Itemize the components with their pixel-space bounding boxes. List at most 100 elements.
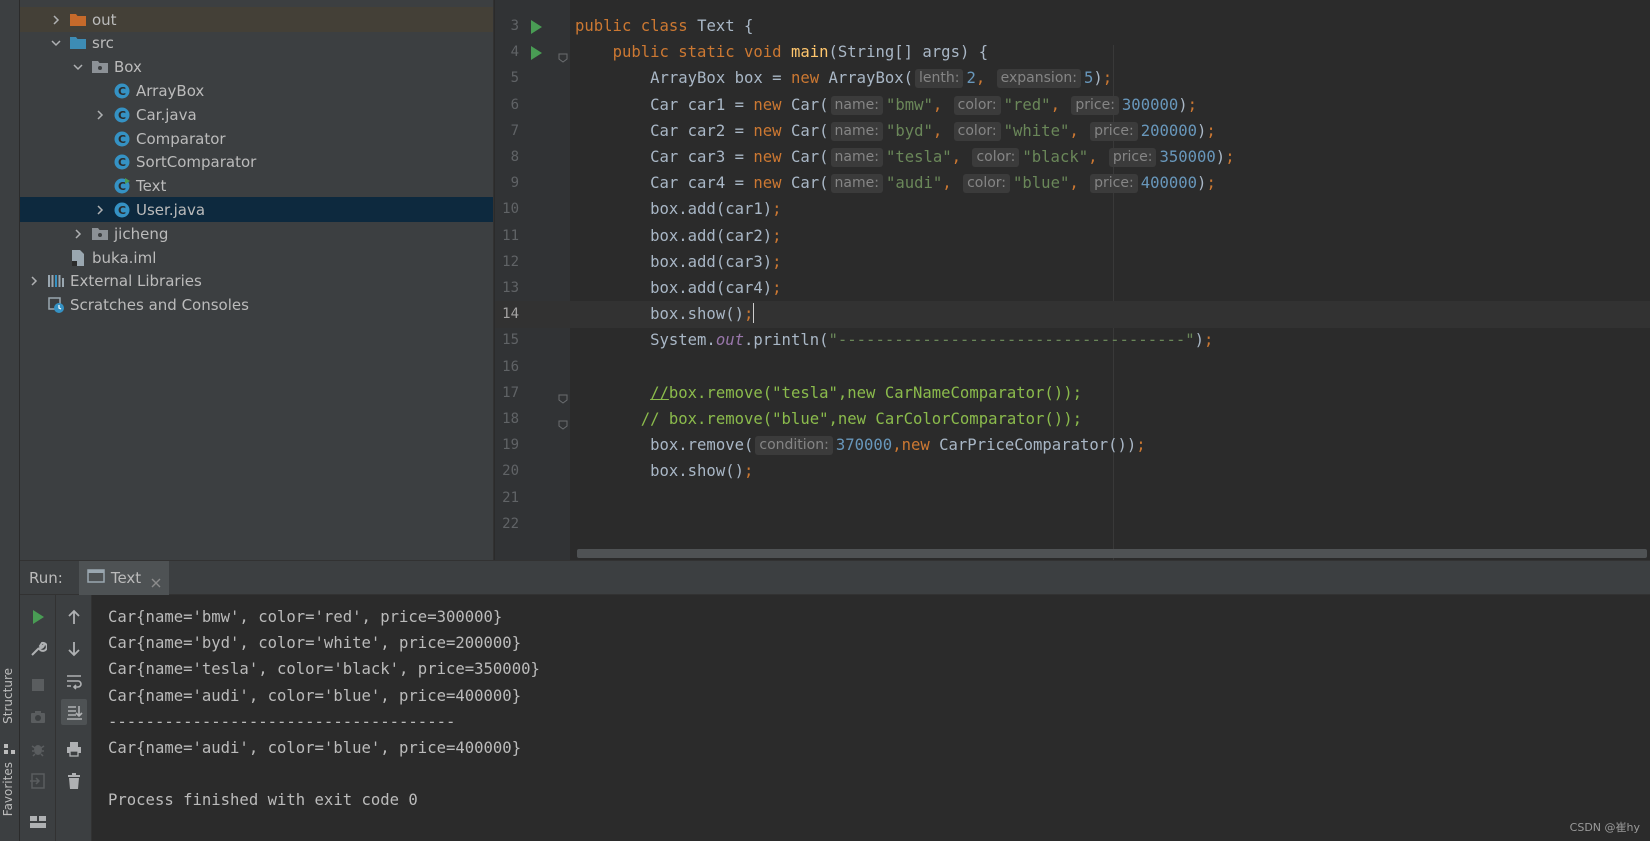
arrow-down-icon[interactable] bbox=[64, 639, 84, 659]
code-token: ; bbox=[772, 200, 782, 219]
camera-icon[interactable] bbox=[28, 707, 48, 727]
tree-item[interactable]: src bbox=[20, 31, 493, 56]
bug-icon[interactable] bbox=[28, 739, 48, 759]
line-number: 10 bbox=[502, 201, 519, 218]
code-token: new bbox=[753, 121, 791, 140]
run-toolbar-primary bbox=[20, 595, 56, 841]
line-number: 13 bbox=[502, 280, 519, 296]
code-token: public class bbox=[575, 17, 698, 35]
line-number: 11 bbox=[502, 227, 519, 244]
code-line[interactable]: 13 box.add(car4); bbox=[495, 275, 1650, 302]
code-line[interactable]: 4 public static void main(String[] args)… bbox=[495, 39, 1650, 66]
code-line[interactable]: 5 ArrayBox box = new ArrayBox(lenth: 2, e… bbox=[495, 65, 1650, 92]
tree-item[interactable]: out bbox=[20, 7, 493, 32]
run-gutter-icon[interactable] bbox=[531, 20, 542, 34]
svg-text:C: C bbox=[118, 109, 126, 122]
code-line[interactable]: 20 box.show(); bbox=[495, 458, 1650, 485]
tree-item[interactable]: jicheng bbox=[20, 221, 493, 246]
console-output[interactable]: Car{name='bmw', color='red', price=30000… bbox=[92, 595, 1650, 841]
line-number: 7 bbox=[510, 122, 519, 139]
code-line[interactable]: 16 bbox=[495, 354, 1650, 381]
console-line: Car{name='byd', color='white', price=200… bbox=[108, 634, 522, 653]
code-line[interactable]: 6 Car car1 = new Car(name: "bmw", color: "… bbox=[495, 92, 1650, 119]
parameter-hint: name: bbox=[830, 148, 883, 167]
code-token: "audi" bbox=[885, 174, 943, 193]
arrow-up-icon[interactable] bbox=[64, 607, 84, 627]
code-token: Car car1 = bbox=[575, 95, 754, 114]
tree-item[interactable]: C ArrayBox bbox=[20, 78, 493, 103]
parameter-hint: name: bbox=[830, 121, 883, 141]
soft-wrap-icon[interactable] bbox=[64, 671, 84, 691]
horizontal-scrollbar[interactable] bbox=[577, 549, 1647, 558]
tree-item[interactable]: C Text bbox=[20, 174, 493, 199]
code-line[interactable]: 19 box.remove(condition: 370000,new CarPr… bbox=[495, 432, 1650, 459]
tree-item-label: jicheng bbox=[114, 224, 169, 243]
tree-item[interactable]: C User.java bbox=[20, 197, 493, 223]
code-line[interactable]: 3 public class Text { bbox=[495, 13, 1650, 40]
favorites-tab[interactable]: Favorites bbox=[1, 762, 19, 816]
code-token: System. bbox=[575, 331, 716, 350]
scroll-to-end-icon[interactable] bbox=[61, 699, 87, 725]
rerun-icon[interactable] bbox=[28, 607, 48, 627]
chevron-right-icon[interactable] bbox=[27, 274, 41, 288]
console-line: Process finished with exit code 0 bbox=[108, 791, 418, 810]
tree-item-label: Text bbox=[136, 177, 167, 196]
code-text: Car car1 = new Car(name: "bmw", color: "re… bbox=[575, 92, 1197, 119]
fold-icon[interactable] bbox=[558, 48, 568, 63]
tree-item[interactable]: External Libraries bbox=[20, 269, 493, 294]
chevron-right-icon[interactable] bbox=[71, 227, 85, 241]
code-line[interactable]: 18 // box.remove("blue",new CarColorComp… bbox=[495, 406, 1650, 433]
code-editor[interactable]: 3 public class Text {4 public static void… bbox=[495, 0, 1650, 560]
code-token: main bbox=[790, 43, 829, 62]
tree-item[interactable]: C SortComparator bbox=[20, 150, 493, 175]
code-line[interactable]: 8 Car car3 = new Car(name: "tesla", color… bbox=[495, 144, 1650, 171]
structure-tab[interactable]: Structure bbox=[1, 668, 19, 724]
code-line[interactable]: 9 Car car4 = new Car(name: "audi", color:… bbox=[495, 170, 1650, 197]
tree-item[interactable]: C Car.java bbox=[20, 102, 493, 127]
code-line[interactable]: 14 box.show(); bbox=[495, 301, 1650, 329]
layout-icon[interactable] bbox=[28, 811, 48, 831]
line-number: 22 bbox=[502, 515, 519, 532]
scratches-icon bbox=[47, 296, 65, 314]
code-line[interactable]: 12 box.add(car3); bbox=[495, 249, 1650, 276]
tree-item[interactable]: C Comparator bbox=[20, 126, 493, 151]
tree-item[interactable]: buka.iml bbox=[20, 245, 493, 270]
run-gutter-icon[interactable] bbox=[531, 46, 542, 61]
code-line[interactable]: 21 bbox=[495, 485, 1650, 512]
code-token: (String[] args) { bbox=[828, 43, 989, 62]
tree-item[interactable]: Box bbox=[20, 55, 493, 80]
print-icon[interactable] bbox=[64, 739, 84, 759]
fold-icon[interactable] bbox=[558, 415, 568, 430]
code-line[interactable]: 15 System.out.println("-----------------… bbox=[495, 327, 1650, 354]
exit-icon[interactable] bbox=[28, 771, 48, 791]
code-token: Car( bbox=[790, 174, 829, 193]
code-token: 2 bbox=[966, 69, 976, 88]
code-line[interactable]: 22 bbox=[495, 511, 1650, 538]
chevron-down-icon[interactable] bbox=[49, 36, 63, 50]
code-line[interactable]: 10 box.add(car1); bbox=[495, 196, 1650, 223]
tree-item[interactable]: Scratches and Consoles bbox=[20, 293, 493, 318]
stop-icon[interactable] bbox=[28, 675, 48, 695]
close-icon[interactable] bbox=[151, 573, 161, 587]
code-token: , bbox=[975, 69, 995, 88]
console-line: Car{name='audi', color='blue', price=400… bbox=[108, 686, 522, 705]
code-line[interactable]: 17 //box.remove("tesla",new CarNameCompa… bbox=[495, 380, 1650, 407]
chevron-down-icon[interactable] bbox=[71, 60, 85, 74]
tree-chevron-spacer bbox=[93, 84, 107, 98]
folder-blue-icon bbox=[69, 34, 87, 52]
code-token: 5 bbox=[1083, 69, 1094, 88]
tree-item-label: Box bbox=[114, 58, 142, 77]
wrench-icon[interactable] bbox=[28, 639, 48, 659]
code-line[interactable]: 11 box.add(car2); bbox=[495, 223, 1650, 250]
fold-icon[interactable] bbox=[558, 389, 568, 404]
code-line[interactable]: 7 Car car2 = new Car(name: "byd", color: "… bbox=[495, 118, 1650, 145]
run-tab[interactable]: Text bbox=[78, 560, 170, 595]
code-token: Car car3 = bbox=[575, 148, 754, 166]
chevron-right-icon[interactable] bbox=[93, 203, 107, 217]
chevron-right-icon[interactable] bbox=[93, 108, 107, 122]
run-tab-label: Text bbox=[110, 568, 142, 587]
trash-icon[interactable] bbox=[64, 771, 84, 791]
chevron-right-icon[interactable] bbox=[49, 13, 63, 27]
